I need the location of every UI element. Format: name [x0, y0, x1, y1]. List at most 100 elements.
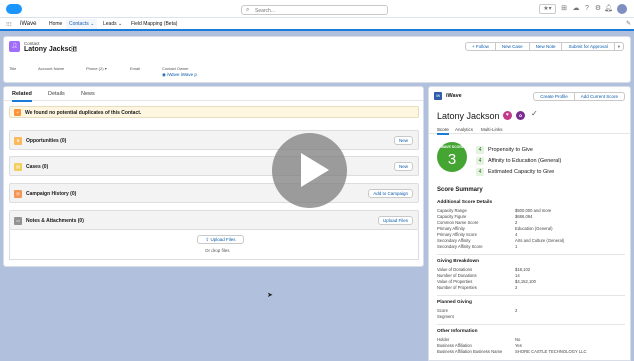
file-upload-area[interactable]: ⇪ Upload Files Or drop files: [9, 230, 419, 260]
detail-key: Capacity Figure: [437, 214, 467, 219]
new-opportunity-button[interactable]: New: [393, 136, 413, 145]
tab-news[interactable]: News: [81, 91, 95, 97]
chevron-down-icon[interactable]: ▾: [105, 66, 107, 71]
score-item-label: Affinity to Education (General): [488, 158, 562, 164]
contact-owner-value: iWave iWave p: [167, 72, 197, 77]
tab-multi-links[interactable]: Multi-Links: [481, 127, 503, 132]
score-item-label: Estimated Capacity to Give: [488, 169, 555, 175]
related-card-campaign-history: ◎ Campaign History (0) Add to Campaign: [9, 183, 419, 203]
opportunity-crown-icon: ♛: [14, 137, 22, 145]
score-item-number: 4: [476, 168, 484, 176]
detail-value: $18,102: [515, 267, 531, 272]
heart-badge-icon: ♥: [503, 111, 512, 120]
upload-files-button[interactable]: ⇪ Upload Files: [197, 235, 244, 244]
contact-owner-link[interactable]: ◉ iWave iWave p: [162, 72, 197, 78]
salesforce-logo[interactable]: [6, 4, 22, 14]
notifications-bell-icon[interactable]: 🔔︎: [604, 4, 613, 14]
score-item-number: 4: [476, 146, 484, 154]
detail-key: Common Name Score: [437, 220, 479, 225]
tab-details[interactable]: Details: [48, 91, 65, 97]
section-divider: [437, 324, 625, 325]
setup-gear-icon[interactable]: ⚙: [594, 4, 602, 14]
tab-score[interactable]: Score: [437, 127, 449, 135]
nav-item-field-mapping[interactable]: Field Mapping (Beta): [131, 21, 177, 27]
follow-button[interactable]: + Follow: [465, 42, 496, 51]
field-label-phone-text: Phone (2): [86, 66, 104, 71]
detail-value: SHORE CASTLE TECHNOLOGY LLC: [515, 349, 587, 354]
guidance-icon[interactable]: ☁: [572, 4, 580, 14]
chevron-down-icon[interactable]: ⌄: [90, 21, 94, 27]
contact-icon: 👤︎: [9, 41, 20, 52]
duplicates-alert: ⚡︎ We found no potential duplicates of t…: [9, 106, 419, 118]
user-avatar[interactable]: [616, 3, 628, 15]
record-action-buttons: + Follow New Case New Note Submit for Ap…: [465, 42, 624, 51]
detail-key: Business Affiliation: [437, 343, 472, 348]
detail-value: 1: [515, 244, 518, 249]
owner-avatar-icon: ◉: [162, 72, 166, 77]
card-title-notes-attachments[interactable]: Notes & Attachments (0): [26, 218, 84, 224]
global-actions-icon[interactable]: ⊞: [560, 4, 568, 14]
detail-value: $500,000 and more: [515, 208, 552, 213]
detail-value: No: [515, 337, 521, 342]
nav-item-contacts[interactable]: Contacts ⌄: [66, 19, 98, 31]
app-name: iWave: [20, 20, 37, 27]
nav-edit-pencil-icon[interactable]: ✎: [626, 20, 631, 27]
more-actions-dropdown[interactable]: ▾: [613, 42, 624, 51]
help-icon[interactable]: ?: [583, 4, 591, 14]
detail-value: Education (General): [515, 226, 553, 231]
score-item-number: 4: [476, 157, 484, 165]
card-title-cases[interactable]: Cases (0): [26, 164, 48, 170]
tab-related[interactable]: Related: [12, 91, 32, 102]
new-note-button[interactable]: New Note: [528, 42, 563, 51]
global-header: ⌕ Search... ★▾ ⊞ ☁ ? ⚙ 🔔︎: [0, 0, 634, 18]
detail-key: Segment: [437, 314, 454, 319]
detail-key: Secondary Affinity: [437, 238, 471, 243]
nav-item-leads[interactable]: Leads ⌄: [103, 21, 122, 27]
affinity-badge-icon: ✿: [516, 111, 525, 120]
detail-key: Business Affiliation Business Name: [437, 349, 503, 354]
nav-item-home[interactable]: Home: [49, 21, 62, 27]
card-title-campaign-history[interactable]: Campaign History (0): [26, 191, 76, 197]
add-current-score-button[interactable]: Add Current Score: [573, 92, 625, 101]
field-label-title: Title: [9, 66, 17, 71]
search-icon: ⌕: [246, 7, 250, 13]
upload-icon: ⇪: [205, 237, 210, 242]
field-label-contact-owner: Contact Owner: [162, 66, 189, 71]
new-case-card-button[interactable]: New: [393, 162, 413, 171]
detail-value: Arts and Culture (General): [515, 238, 565, 243]
detail-value: 2: [515, 285, 518, 290]
field-label-email: Email: [130, 66, 141, 71]
chevron-down-icon[interactable]: ⌄: [118, 21, 122, 27]
iwave-panel: IW iWave Create Profile Add Current Scor…: [428, 86, 631, 361]
detail-key: Primary Affinity Score: [437, 232, 477, 237]
detail-key: Value of Donations: [437, 267, 473, 272]
nav-item-contacts-label: Contacts: [69, 21, 89, 27]
upload-files-header-button[interactable]: Upload Files: [377, 216, 413, 225]
global-search[interactable]: ⌕ Search...: [241, 5, 388, 15]
iwave-score-badge: iWAVE SCORE 3: [437, 142, 467, 172]
add-to-campaign-button[interactable]: Add to Campaign: [368, 189, 413, 198]
campaign-icon: ◎: [14, 190, 22, 198]
detail-value: 14: [515, 273, 520, 278]
hierarchy-icon[interactable]: ⌂: [71, 46, 77, 52]
score-value: 3: [447, 151, 457, 168]
submit-for-approval-button[interactable]: Submit for Approval: [561, 42, 615, 51]
favorites-star-icon[interactable]: ★▾: [539, 4, 556, 14]
section-title-additional-score-details: Additional Score Details: [437, 200, 493, 205]
card-title-opportunities[interactable]: Opportunities (0): [26, 138, 66, 144]
new-case-button[interactable]: New Case: [494, 42, 530, 51]
video-play-button[interactable]: [272, 133, 347, 208]
section-divider: [437, 295, 625, 296]
related-tabs: Related Details News: [4, 87, 423, 102]
search-placeholder[interactable]: Search...: [255, 8, 275, 14]
create-profile-button[interactable]: Create Profile: [533, 92, 575, 101]
related-card-cases: ▤ Cases (0) New: [9, 156, 419, 176]
tab-analytics[interactable]: Analytics: [455, 127, 473, 132]
detail-key: Number of Donations: [437, 273, 477, 278]
related-card-opportunities: ♛ Opportunities (0) New: [9, 130, 419, 150]
detail-value: $686,094: [515, 214, 533, 219]
detail-value: Yes: [515, 343, 522, 348]
app-launcher-icon[interactable]: ⁝⁝⁝: [6, 21, 12, 28]
detail-value: $4,152,100: [515, 279, 536, 284]
iwave-logo: IW: [434, 92, 442, 100]
